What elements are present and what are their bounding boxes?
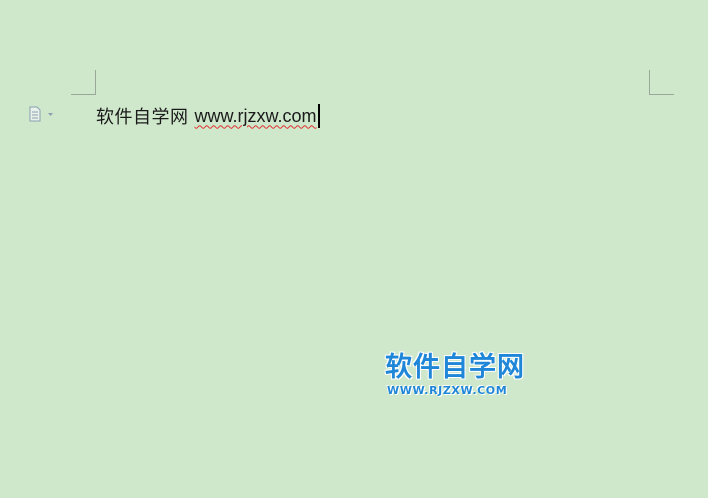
watermark-title: 软件自学网 bbox=[385, 352, 525, 383]
watermark-logo: 软件自学网 WWW.RJZXW.COM bbox=[385, 353, 535, 398]
text-cursor bbox=[317, 104, 320, 128]
watermark-url: WWW.RJZXW.COM bbox=[387, 384, 508, 397]
top-left-margin-mark bbox=[71, 70, 96, 95]
paragraph-handle-icon[interactable] bbox=[28, 106, 56, 122]
document-text-chinese: 软件自学网 bbox=[96, 107, 189, 128]
document-page[interactable]: 软件自学网 www.rjzxw.com 软件自学网 WWW.RJZXW.COM bbox=[0, 0, 708, 498]
document-text-line[interactable]: 软件自学网 www.rjzxw.com bbox=[96, 103, 320, 129]
document-text-url: www.rjzxw.com bbox=[194, 105, 317, 126]
top-right-margin-mark bbox=[649, 70, 674, 95]
